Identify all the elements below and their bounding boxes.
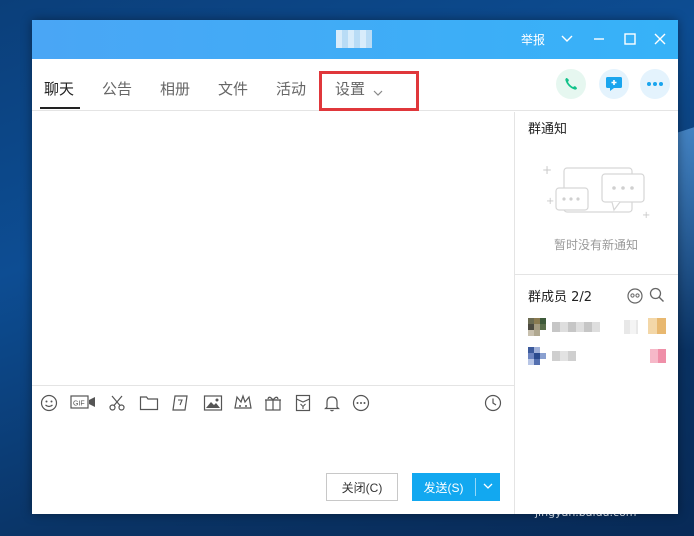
- member-name-blurred: [552, 351, 576, 361]
- settings-highlight-box: [319, 71, 419, 111]
- emoji-icon[interactable]: [40, 394, 60, 414]
- more-circle-icon[interactable]: [352, 394, 372, 414]
- empty-notice-illustration-icon: + + +: [542, 160, 652, 230]
- title-bar[interactable]: 举报: [32, 20, 678, 59]
- message-area[interactable]: [32, 112, 514, 385]
- image-icon[interactable]: [203, 394, 223, 414]
- tab-album[interactable]: 相册: [160, 78, 190, 99]
- baidu-watermark-logo: Bai 经验: [530, 466, 638, 497]
- close-button[interactable]: 关闭(C): [326, 473, 398, 501]
- member-badge-blurred: [624, 320, 638, 334]
- window-title-blurred: [336, 30, 372, 48]
- report-link[interactable]: 举报: [521, 31, 545, 48]
- baidu-watermark-url: jingyan.baidu.com: [535, 506, 637, 519]
- chevron-down-icon[interactable]: [556, 28, 578, 50]
- gift-icon[interactable]: [264, 394, 284, 414]
- send-button[interactable]: 发送(S): [412, 473, 500, 501]
- tab-activity[interactable]: 活动: [276, 78, 306, 99]
- send-options-chevron-icon[interactable]: [476, 482, 500, 493]
- member-row[interactable]: [528, 347, 668, 365]
- message-input[interactable]: [32, 419, 514, 469]
- active-tab-underline: [40, 107, 80, 109]
- svg-text:+: +: [542, 163, 552, 177]
- member-row[interactable]: [528, 318, 668, 336]
- maximize-icon[interactable]: [619, 28, 641, 50]
- sidebar-section-divider: [515, 274, 678, 275]
- no-notice-text: 暂时没有新通知: [554, 238, 639, 252]
- svg-text:+: +: [546, 196, 554, 207]
- tab-bar: 聊天 公告 相册 文件 活动 设置: [32, 59, 678, 111]
- minimize-icon[interactable]: [588, 28, 610, 50]
- group-notice-title: 群通知: [528, 122, 568, 137]
- group-members-title: 群成员 2/2: [528, 290, 593, 305]
- more-icon[interactable]: [640, 69, 670, 99]
- svg-text:+: +: [642, 210, 650, 221]
- folder-icon[interactable]: [139, 394, 159, 414]
- bell-icon[interactable]: [323, 394, 343, 414]
- gif-icon[interactable]: GIF: [70, 394, 96, 414]
- search-icon[interactable]: [649, 287, 665, 307]
- vip-icon[interactable]: [233, 394, 253, 414]
- svg-text:GIF: GIF: [73, 401, 85, 408]
- scissors-icon[interactable]: [108, 394, 128, 414]
- send-label[interactable]: 发送(S): [412, 479, 475, 496]
- history-icon[interactable]: [484, 394, 504, 414]
- close-icon[interactable]: [649, 28, 671, 50]
- red-packet-icon[interactable]: [294, 394, 314, 414]
- chat-window: 举报 聊天 公告 相册 文件 活动 设置 GIF 关闭(C) 发送(S) 群通知…: [32, 20, 678, 514]
- member-name-blurred: [552, 322, 600, 332]
- member-tag-blurred: [648, 318, 666, 334]
- tab-chat[interactable]: 聊天: [44, 78, 74, 99]
- input-toolbar: GIF: [32, 385, 514, 419]
- share-screen-icon[interactable]: [599, 69, 629, 99]
- sidebar-divider: [514, 112, 515, 514]
- doodle-icon[interactable]: [172, 394, 192, 414]
- member-tag-blurred: [650, 349, 666, 363]
- tab-announcement[interactable]: 公告: [102, 78, 132, 99]
- phone-icon[interactable]: [556, 69, 586, 99]
- add-member-icon[interactable]: [626, 287, 644, 309]
- tab-files[interactable]: 文件: [218, 78, 248, 99]
